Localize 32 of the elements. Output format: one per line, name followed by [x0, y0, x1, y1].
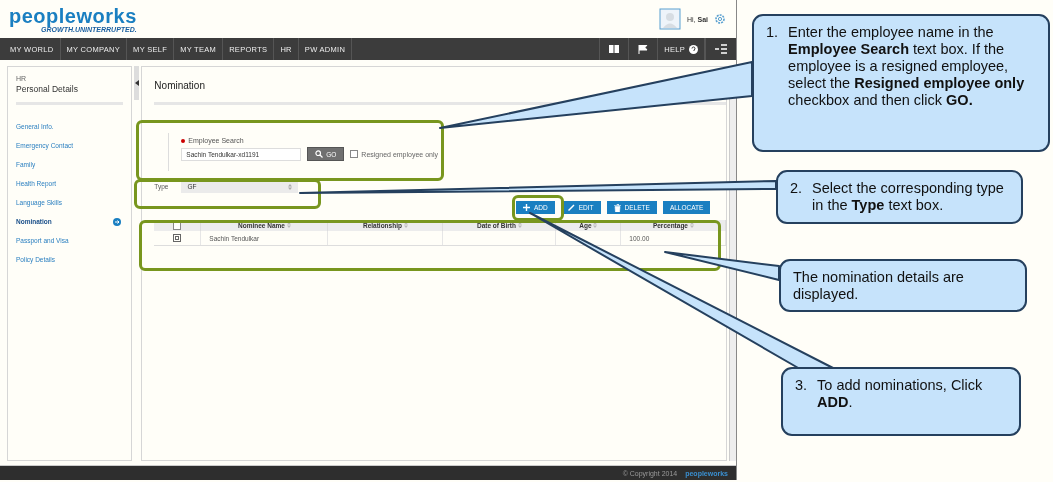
pencil-icon	[567, 204, 575, 211]
sort-icon	[288, 183, 293, 190]
callout-text: The nomination details are displayed.	[793, 269, 965, 303]
collapse-handle[interactable]	[133, 66, 140, 100]
plus-icon	[523, 204, 531, 211]
trash-icon	[613, 203, 621, 212]
help-icon[interactable]	[689, 44, 698, 54]
sidebar-title: Personal Details	[16, 84, 79, 94]
book-icon[interactable]	[609, 45, 620, 53]
sort-icon[interactable]	[689, 222, 694, 228]
select-all-checkbox[interactable]	[173, 221, 182, 230]
row-icon[interactable]	[173, 233, 182, 242]
arrow-icon	[112, 217, 121, 226]
sort-icon[interactable]	[403, 222, 408, 228]
sort-icon[interactable]	[593, 222, 598, 228]
sort-icon[interactable]	[517, 222, 522, 228]
step-number: 3.	[795, 377, 808, 395]
page-title: Nomination	[154, 80, 206, 91]
search-icon	[315, 150, 324, 158]
required-icon	[181, 138, 186, 143]
step-number: 1.	[766, 24, 779, 42]
callout-text: Enter the employee name in the Employee Search text box. If the employee is a resigned employee, select the Resigned employee only checkbox and then click GO.	[788, 24, 1026, 109]
sort-icon[interactable]	[286, 222, 291, 228]
flag-icon[interactable]	[638, 44, 649, 54]
step-number: 2.	[790, 180, 803, 198]
menu-icon[interactable]	[715, 44, 727, 54]
callout-text: Select the corresponding type in the Type text box.	[812, 180, 1005, 214]
settings-icon[interactable]	[714, 13, 726, 25]
logo: peopleworks	[9, 5, 137, 26]
callout-text: To add nominations, Click ADD.	[817, 377, 984, 411]
checkbox[interactable]	[350, 150, 359, 158]
caret-icon	[134, 80, 139, 86]
